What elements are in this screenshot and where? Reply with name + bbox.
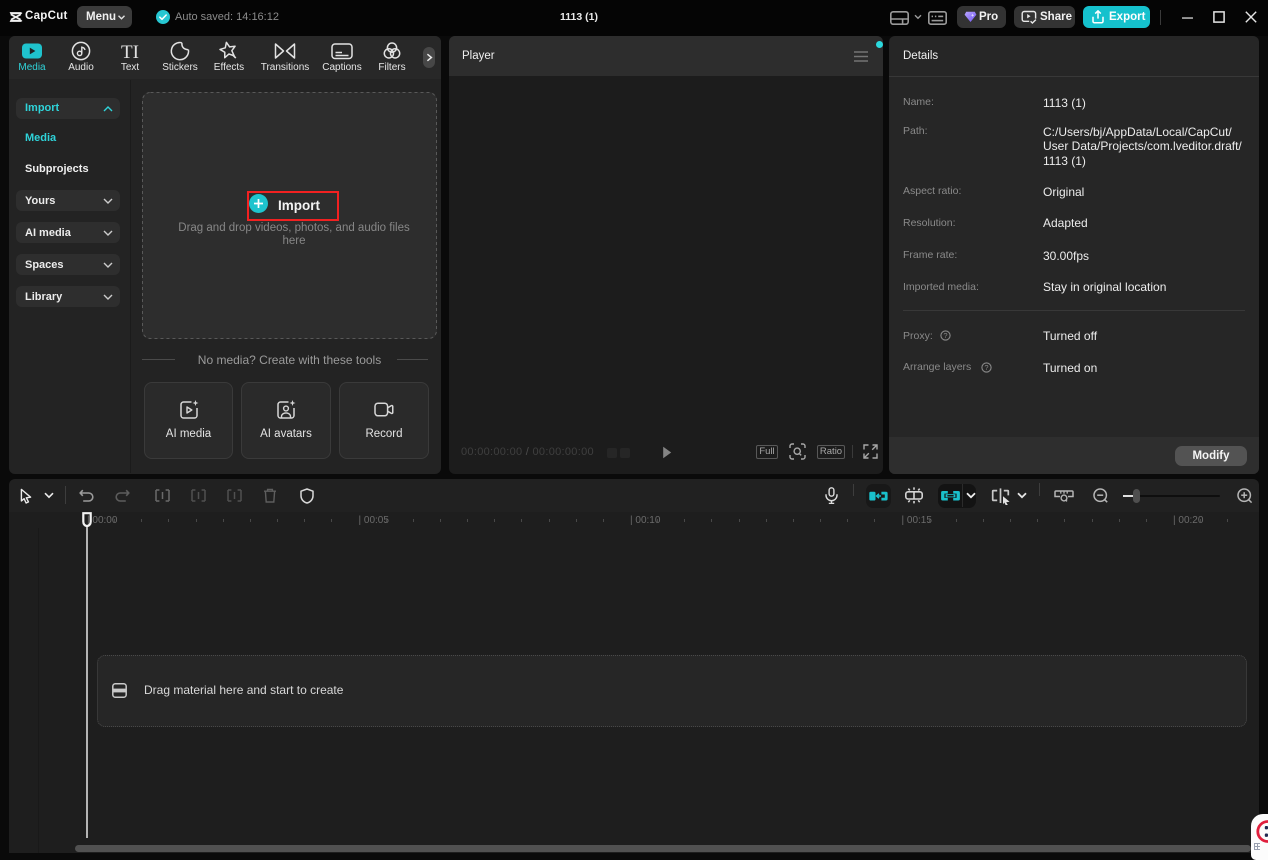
svg-text:TI: TI (121, 42, 139, 62)
svg-text:?: ? (984, 363, 988, 372)
svg-text:?: ? (943, 331, 947, 340)
